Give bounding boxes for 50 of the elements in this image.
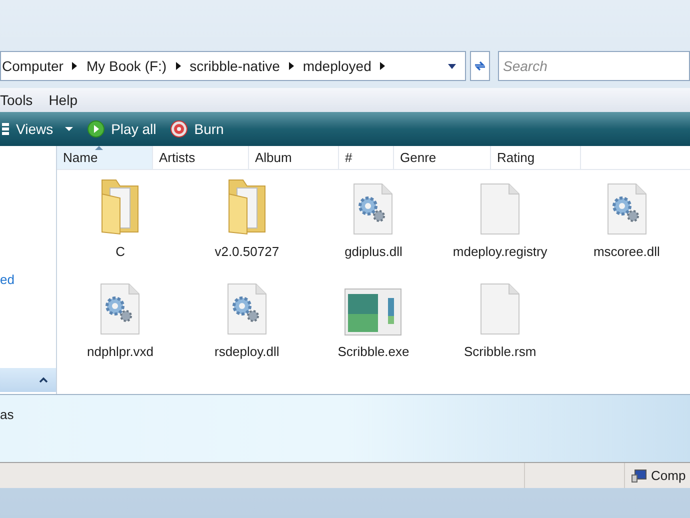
play-icon	[87, 120, 106, 138]
disc-icon	[170, 120, 188, 138]
arrow-icon[interactable]	[176, 62, 181, 70]
computer-icon	[631, 468, 647, 482]
file-name[interactable]: Scribble.rsm	[464, 342, 536, 361]
blank-document-icon	[479, 282, 522, 336]
address-bar[interactable]: Computer My Book (F:) scribble-native mdeployed	[0, 51, 466, 81]
column-header[interactable]: Artists	[153, 146, 249, 169]
gear-document-icon	[226, 282, 268, 336]
file-name[interactable]: gdiplus.dll	[344, 242, 402, 262]
dropdown-icon[interactable]	[447, 62, 458, 70]
column-header[interactable]: Genre	[394, 146, 491, 169]
arrow-icon[interactable]	[288, 62, 294, 70]
menu-item[interactable]: Help	[48, 90, 78, 110]
chevron-up-icon	[39, 377, 48, 383]
file-name[interactable]: Scribble.exe	[338, 342, 410, 361]
toolbar-button[interactable]: Views	[0, 116, 76, 142]
application-window-icon	[344, 288, 402, 336]
arrow-icon[interactable]	[380, 62, 386, 70]
search-field[interactable]: Search	[498, 51, 690, 81]
file-name[interactable]: mdeploy.registry	[452, 242, 548, 262]
column-header[interactable]: #	[339, 146, 394, 169]
column-header[interactable]: Album	[249, 146, 339, 169]
breadcrumb[interactable]: My Book (F:)	[85, 56, 168, 76]
column-header[interactable]: Name	[57, 146, 153, 169]
toolbar-button[interactable]: Burn	[168, 116, 226, 142]
views-grid-icon	[2, 122, 10, 136]
gear-document-icon	[99, 282, 142, 336]
breadcrumb[interactable]: mdeployed	[302, 56, 372, 76]
file-name[interactable]: v2.0.50727	[214, 242, 280, 262]
sort-arrow-icon	[95, 146, 103, 150]
link[interactable]: ed	[0, 270, 56, 290]
blank-document-icon	[479, 182, 522, 236]
toolbar-button[interactable]: Play all	[85, 116, 158, 142]
file-name[interactable]: rsdeploy.dll	[214, 342, 280, 361]
gear-document-icon	[352, 182, 394, 236]
breadcrumb[interactable]: scribble-native	[188, 56, 281, 76]
arrow-icon[interactable]	[72, 62, 78, 70]
refresh-button[interactable]	[470, 51, 490, 81]
details-text: as	[0, 407, 14, 422]
file-name[interactable]: C	[116, 242, 125, 262]
status-location: Comp	[651, 466, 686, 485]
menu-item[interactable]: Tools	[0, 90, 33, 110]
refresh-icon	[473, 59, 488, 73]
caret-icon	[65, 126, 74, 132]
file-name[interactable]: mscoree.dll	[593, 242, 660, 262]
file-name[interactable]: ndphlpr.vxd	[87, 342, 154, 361]
breadcrumb[interactable]: Computer	[1, 56, 64, 76]
gear-document-icon	[606, 182, 648, 236]
column-header[interactable]: Rating	[491, 146, 581, 169]
